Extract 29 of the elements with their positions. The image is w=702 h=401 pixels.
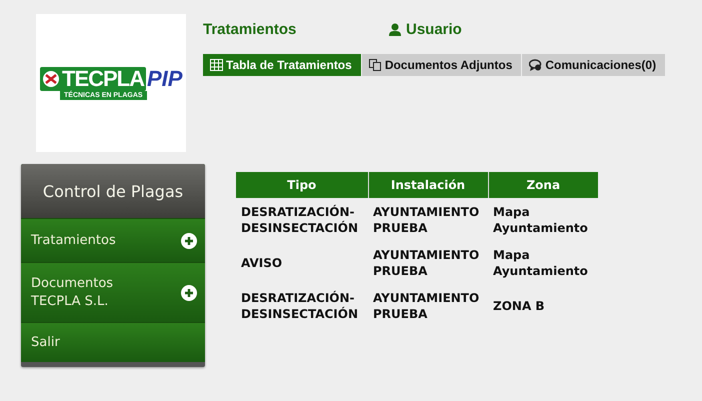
table-cell: AYUNTAMIENTO PRUEBA bbox=[368, 198, 488, 241]
tab[interactable]: Documentos Adjuntos bbox=[362, 54, 522, 76]
copy-icon bbox=[368, 59, 382, 71]
user-name[interactable]: Usuario bbox=[406, 20, 462, 38]
table-cell-text: ZONA B bbox=[492, 298, 546, 314]
table-cell-text: DESRATIZACIÓN-DESINSECTACIÓN bbox=[240, 290, 360, 322]
table-cell: Mapa Ayuntamiento bbox=[488, 198, 598, 241]
chat-icon bbox=[529, 59, 542, 71]
plus-icon bbox=[181, 232, 197, 248]
plus-icon bbox=[181, 284, 197, 300]
user-icon bbox=[389, 22, 401, 36]
tab[interactable]: Tabla de Tratamientos bbox=[203, 54, 361, 76]
column-header: Zona bbox=[488, 172, 598, 198]
column-header: Instalación bbox=[368, 172, 488, 198]
logo-suffix: PIP bbox=[147, 66, 182, 90]
table-cell-text: AVISO bbox=[240, 254, 284, 272]
page-title: Tratamientos bbox=[203, 20, 298, 38]
tab[interactable]: Comunicaciones(0) bbox=[522, 54, 666, 76]
logo-brand: TECPLA bbox=[62, 66, 144, 90]
column-header: Tipo bbox=[236, 172, 368, 198]
menu-item[interactable]: Salir bbox=[21, 322, 205, 362]
menu-item[interactable]: Documentos TECPLA S.L. bbox=[21, 262, 205, 322]
table-cell-text: AYUNTAMIENTO PRUEBA bbox=[372, 246, 480, 280]
table-cell-text: AYUNTAMIENTO PRUEBA bbox=[372, 290, 480, 322]
menu-item[interactable]: Tratamientos bbox=[21, 218, 205, 262]
grid-icon bbox=[210, 59, 223, 71]
table-cell: DESRATIZACIÓN-DESINSECTACIÓN bbox=[236, 198, 368, 241]
table-cell-text: Mapa Ayuntamiento bbox=[492, 246, 589, 280]
sidebar-title: Control de Plagas bbox=[21, 164, 205, 218]
